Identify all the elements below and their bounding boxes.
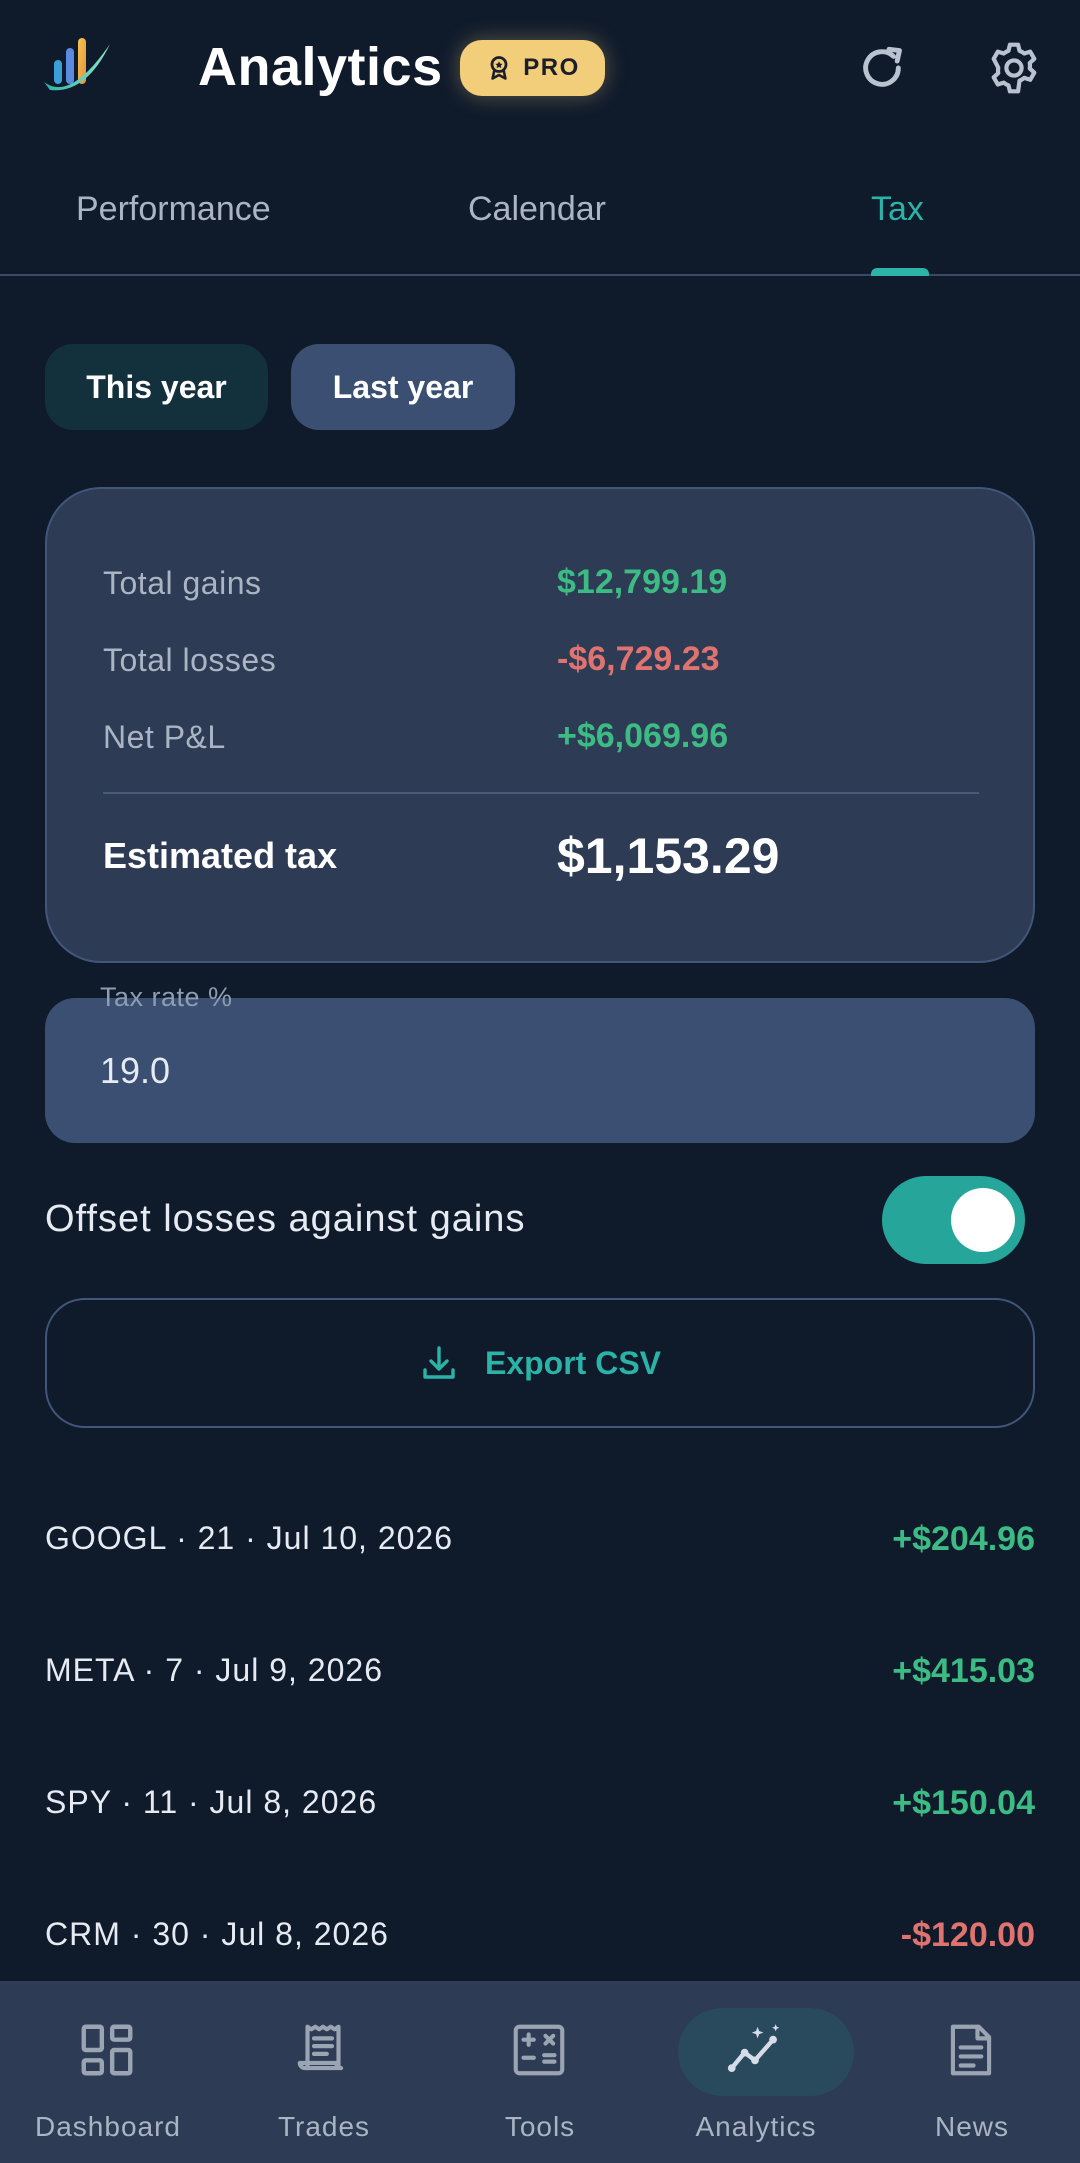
nav-label: Dashboard xyxy=(35,2111,181,2142)
news-icon xyxy=(950,2024,992,2076)
nav-label: Tools xyxy=(504,2111,576,2142)
tax-summary-card: Total gains $12,799.19 Total losses -$6,… xyxy=(45,487,1035,963)
last-year-chip[interactable]: Last year xyxy=(291,344,515,430)
export-csv-label: Export CSV xyxy=(484,1344,662,1381)
receipt-icon xyxy=(297,2024,344,2071)
nav-label: Trades xyxy=(277,2111,371,2142)
nav-item-trades[interactable]: Trades xyxy=(216,1981,432,2163)
this-year-chip[interactable]: This year xyxy=(45,344,268,430)
nav-item-dashboard[interactable]: Dashboard xyxy=(0,1981,216,2163)
trade-amount: +$204.96 xyxy=(892,1520,1035,1558)
total-losses-value: -$6,729.23 xyxy=(557,640,720,678)
analytics-icon xyxy=(727,2024,780,2072)
trade-description: META · 7 · Jul 9, 2026 xyxy=(45,1652,383,1688)
refresh-icon xyxy=(863,46,902,87)
estimated-tax-label: Estimated tax xyxy=(103,835,338,876)
nav-label: News xyxy=(934,2111,1009,2142)
tab-calendar[interactable]: Calendar xyxy=(468,190,606,229)
trade-row[interactable]: SPY · 11 · Jul 8, 2026 +$150.04 xyxy=(45,1784,1035,1916)
download-icon xyxy=(423,1346,455,1379)
trade-description: SPY · 11 · Jul 8, 2026 xyxy=(45,1784,378,1820)
gear-icon xyxy=(991,42,1037,94)
active-tab-indicator xyxy=(871,268,929,276)
total-gains-label: Total gains xyxy=(103,565,262,601)
dashboard-icon xyxy=(81,2024,133,2076)
tab-performance[interactable]: Performance xyxy=(76,190,271,229)
card-divider xyxy=(103,792,979,794)
pro-badge[interactable]: PRO xyxy=(460,40,605,96)
trade-description: CRM · 30 · Jul 8, 2026 xyxy=(45,1916,389,1952)
export-csv-button[interactable]: Export CSV xyxy=(45,1298,1035,1428)
tax-rate-label: Tax rate % xyxy=(100,982,233,1012)
tab-tax[interactable]: Tax xyxy=(871,190,924,229)
page-title: Analytics xyxy=(198,37,443,97)
app-logo-icon xyxy=(40,30,116,102)
trade-row[interactable]: GOOGL · 21 · Jul 10, 2026 +$204.96 xyxy=(45,1520,1035,1652)
net-pnl-value: +$6,069.96 xyxy=(557,717,729,755)
offset-losses-toggle[interactable] xyxy=(882,1176,1025,1264)
tax-rate-value[interactable]: 19.0 xyxy=(100,1050,170,1092)
nav-label: Analytics xyxy=(695,2111,817,2142)
refresh-button[interactable] xyxy=(850,36,914,100)
total-losses-label: Total losses xyxy=(103,642,277,678)
net-pnl-label: Net P&L xyxy=(103,719,226,755)
settings-button[interactable] xyxy=(982,36,1046,100)
total-gains-value: $12,799.19 xyxy=(557,563,728,601)
trade-amount: +$150.04 xyxy=(892,1784,1035,1822)
toggle-knob xyxy=(951,1188,1015,1252)
pro-badge-label: PRO xyxy=(523,54,580,81)
trade-amount: +$415.03 xyxy=(892,1652,1035,1690)
nav-item-analytics[interactable]: Analytics xyxy=(648,1981,864,2163)
trade-description: GOOGL · 21 · Jul 10, 2026 xyxy=(45,1520,453,1556)
trade-amount: -$120.00 xyxy=(900,1916,1035,1954)
award-icon xyxy=(490,56,508,80)
calculator-icon xyxy=(513,2024,565,2076)
tax-rate-field[interactable]: 19.0 xyxy=(45,998,1035,1143)
nav-item-news[interactable]: News xyxy=(864,1981,1080,2163)
offset-losses-label: Offset losses against gains xyxy=(45,1198,526,1240)
tax-analytics-screen: Analytics PRO Performance Calendar Tax T… xyxy=(0,0,1080,2163)
tab-bar: Performance Calendar Tax xyxy=(0,150,1080,276)
bottom-navigation: Dashboard Trades Tools Analytics News xyxy=(0,1981,1080,2163)
nav-item-tools[interactable]: Tools xyxy=(432,1981,648,2163)
trade-row[interactable]: META · 7 · Jul 9, 2026 +$415.03 xyxy=(45,1652,1035,1784)
app-header: Analytics PRO xyxy=(0,0,1080,140)
estimated-tax-value: $1,153.29 xyxy=(557,828,780,884)
